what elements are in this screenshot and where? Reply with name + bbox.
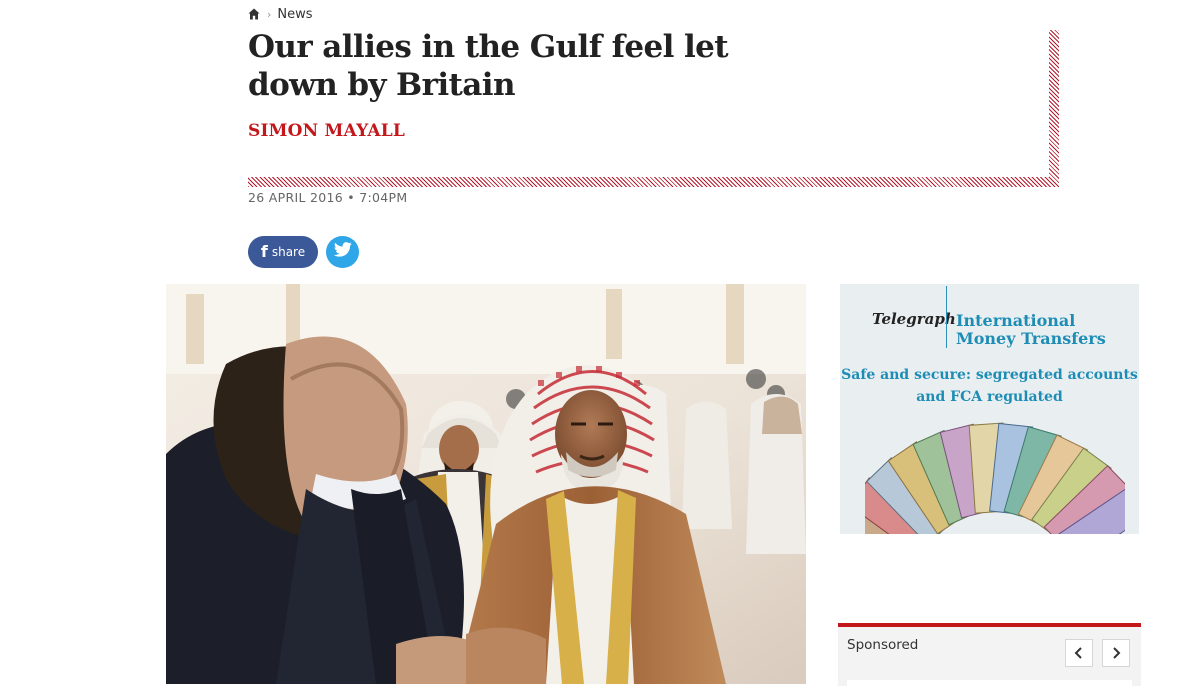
advert-product: International Money Transfers <box>956 311 1106 348</box>
sponsored-next-button[interactable] <box>1102 639 1130 667</box>
chevron-right-icon <box>1111 644 1121 663</box>
twitter-share-button[interactable] <box>326 236 359 268</box>
facebook-share-label: share <box>271 245 306 259</box>
banknote-fan-image <box>865 422 1125 534</box>
advert-divider <box>946 286 947 348</box>
breadcrumb-section-link[interactable]: News <box>277 7 312 22</box>
article-lead-image <box>166 284 806 684</box>
advert-brand: Telegraph <box>872 310 956 328</box>
facebook-share-button[interactable]: f share <box>248 236 318 268</box>
sponsored-label: Sponsored <box>847 637 919 653</box>
chevron-left-icon <box>1074 644 1084 663</box>
breadcrumb: › News <box>248 4 313 24</box>
author-name[interactable]: SIMON MAYALL <box>248 121 405 141</box>
facebook-icon: f <box>260 242 268 261</box>
advert-money-transfers[interactable]: Telegraph International Money Transfers … <box>840 284 1139 534</box>
breadcrumb-separator-icon: › <box>267 7 272 21</box>
home-icon[interactable] <box>248 8 260 20</box>
article-headline: Our allies in the Gulf feel let down by … <box>248 29 729 103</box>
sponsored-panel: Sponsored <box>838 627 1141 686</box>
sponsored-prev-button[interactable] <box>1065 639 1093 667</box>
twitter-icon <box>333 242 353 262</box>
sponsored-content-strip[interactable] <box>847 680 1132 686</box>
advert-tagline: Safe and secure: segregated accounts and… <box>841 367 1138 405</box>
publish-date: 26 APRIL 2016 • 7:04PM <box>248 190 408 205</box>
